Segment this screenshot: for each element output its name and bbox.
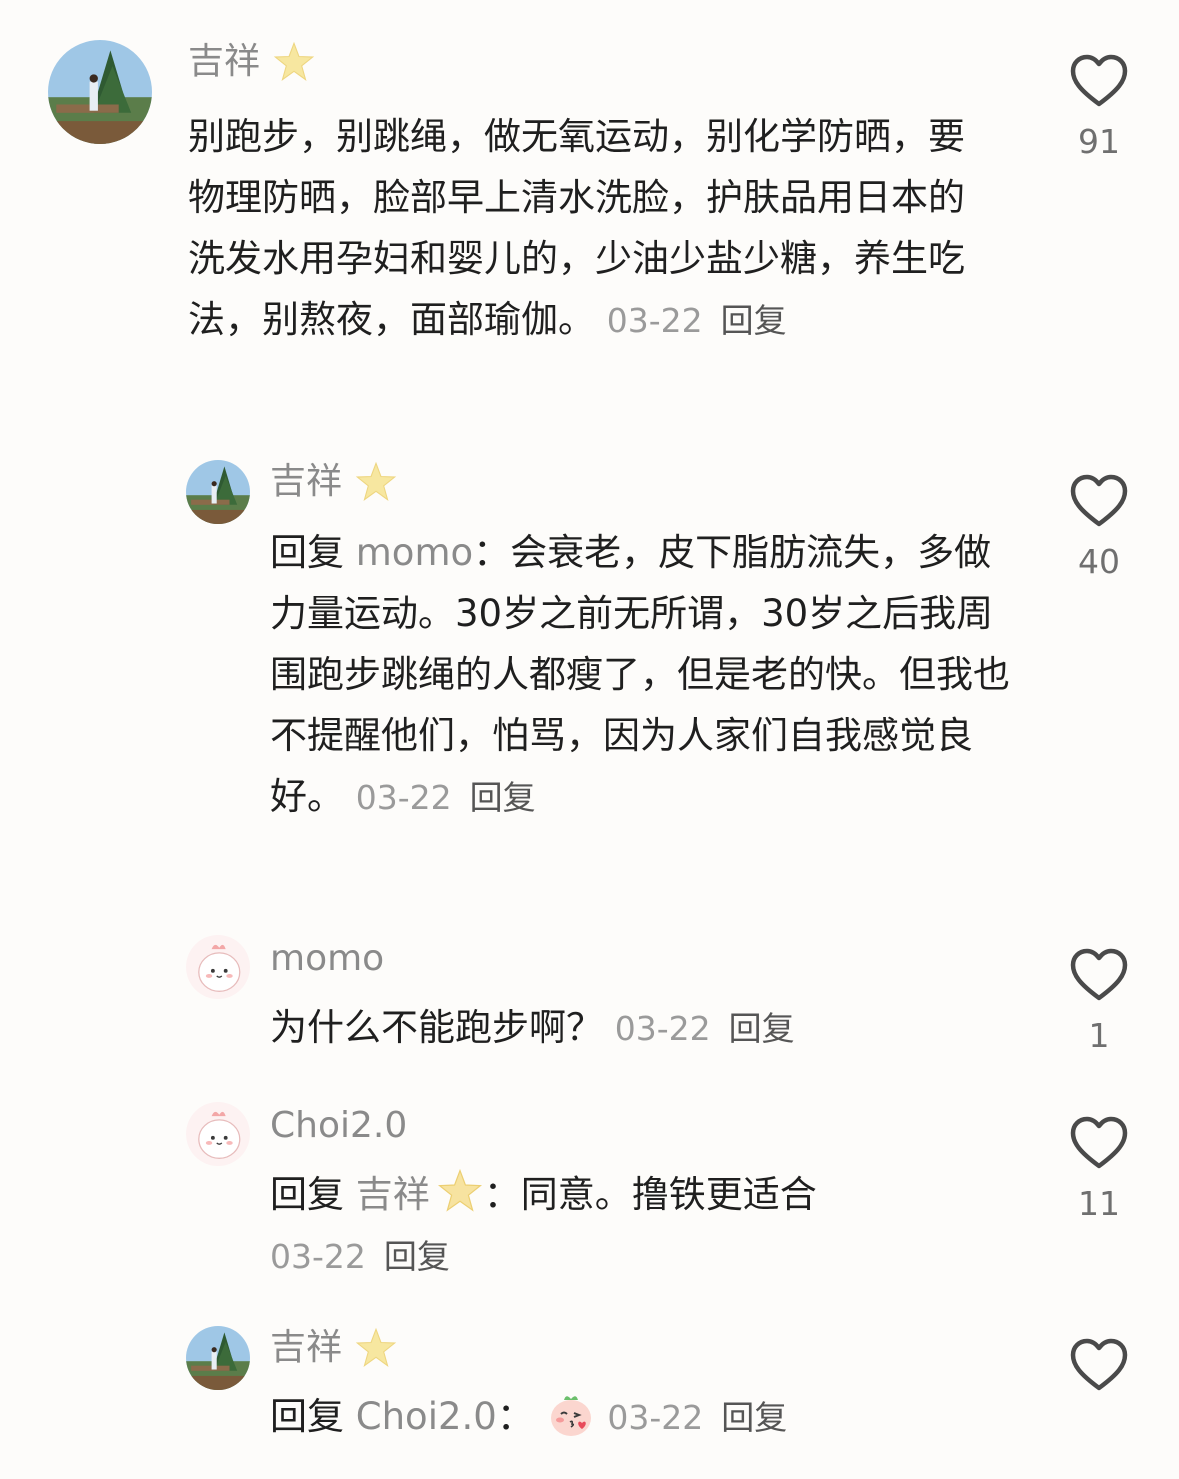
heart-icon	[1070, 54, 1128, 107]
username-row: 吉祥	[188, 40, 316, 84]
like-button[interactable]: 40	[1064, 474, 1134, 582]
username[interactable]: 吉祥	[270, 460, 342, 504]
comment-body: 为什么不能跑步啊？ 03-22 回复	[270, 997, 1050, 1059]
username[interactable]: Choi2.0	[270, 1104, 407, 1148]
username-row: Choi2.0	[270, 1104, 407, 1148]
reply-prefix: 回复	[270, 531, 344, 574]
like-button[interactable]: 11	[1064, 1116, 1134, 1224]
avatar-landscape-image	[186, 460, 250, 524]
heart-icon	[1070, 948, 1128, 1001]
colon: ：	[483, 1173, 521, 1216]
comment-body: 别跑步，别跳绳，做无氧运动，别化学防晒，要物理防晒，脸部早上清水洗脸，护肤品用日…	[188, 106, 978, 351]
avatar-pink-face-image	[186, 1102, 250, 1166]
colon: ：	[496, 1395, 534, 1438]
avatar-landscape-image	[186, 1326, 250, 1390]
comment-date: 03-22	[614, 1009, 711, 1048]
comment-date: 03-22	[270, 1237, 366, 1276]
username[interactable]: 吉祥	[270, 1326, 342, 1370]
avatar[interactable]	[186, 1326, 250, 1390]
comment-text: 别跑步，别跳绳，做无氧运动，别化学防晒，要物理防晒，脸部早上清水洗脸，护肤品用日…	[188, 115, 965, 341]
reply-button[interactable]: 回复	[384, 1237, 450, 1276]
mention-user[interactable]: Choi2.0	[356, 1395, 497, 1438]
reply-prefix: 回复	[270, 1395, 344, 1438]
like-button[interactable]: 1	[1064, 948, 1134, 1056]
reply-button[interactable]: 回复	[721, 1398, 787, 1437]
kiss-face-emoji	[546, 1389, 596, 1439]
avatar[interactable]	[186, 1102, 250, 1166]
mention-user[interactable]: 吉祥	[356, 1173, 430, 1216]
comment-body: 回复 Choi2.0： 03-22 回复	[270, 1386, 1050, 1448]
heart-icon	[1070, 1338, 1128, 1391]
heart-icon	[1070, 474, 1128, 527]
comment-date: 03-22	[606, 301, 703, 340]
username-row: 吉祥	[270, 1326, 398, 1370]
comment-text: 同意。撸铁更适合	[520, 1173, 817, 1216]
avatar-landscape-image	[48, 40, 152, 144]
mention-user[interactable]: momo	[356, 531, 473, 574]
comment-body: 回复 momo：会衰老，皮下脂肪流失，多做力量运动。30岁之前无所谓，30岁之后…	[270, 522, 1010, 828]
reply-button[interactable]: 回复	[721, 301, 787, 340]
reply-button[interactable]: 回复	[729, 1009, 795, 1048]
username[interactable]: 吉祥	[188, 40, 260, 84]
reply-button[interactable]: 回复	[470, 778, 536, 817]
heart-icon	[1070, 1116, 1128, 1169]
star-icon	[272, 40, 316, 84]
star-icon	[354, 1326, 398, 1370]
avatar[interactable]	[48, 40, 152, 144]
comment-date: 03-22	[607, 1398, 704, 1437]
username-row: momo	[270, 937, 384, 981]
like-count: 1	[1088, 1016, 1110, 1055]
like-count: 91	[1078, 122, 1120, 161]
star-icon	[354, 460, 398, 504]
comment-body: 回复 吉祥 ：同意。撸铁更适合 03-22 回复	[270, 1164, 1050, 1287]
avatar-pink-face-image	[186, 935, 250, 999]
colon: ：	[473, 531, 511, 574]
like-count: 11	[1078, 1184, 1120, 1223]
comment-text: 为什么不能跑步啊？	[270, 1006, 603, 1049]
avatar[interactable]	[186, 460, 250, 524]
username-row: 吉祥	[270, 460, 398, 504]
comment-text: 会衰老，皮下脂肪流失，多做力量运动。30岁之前无所谓，30岁之后我周围跑步跳绳的…	[270, 531, 1010, 818]
reply-prefix: 回复	[270, 1173, 344, 1216]
like-button[interactable]: 91	[1064, 54, 1134, 162]
username[interactable]: momo	[270, 937, 384, 981]
avatar[interactable]	[186, 935, 250, 999]
star-icon	[436, 1167, 484, 1215]
like-count: 40	[1078, 542, 1120, 581]
comment-date: 03-22	[355, 778, 452, 817]
comment-thread: 吉祥 别跑步，别跳绳，做无氧运动，别化学防晒，要物理防晒，脸部早上清水洗脸，护肤…	[0, 0, 1179, 1479]
like-button[interactable]	[1064, 1338, 1134, 1392]
